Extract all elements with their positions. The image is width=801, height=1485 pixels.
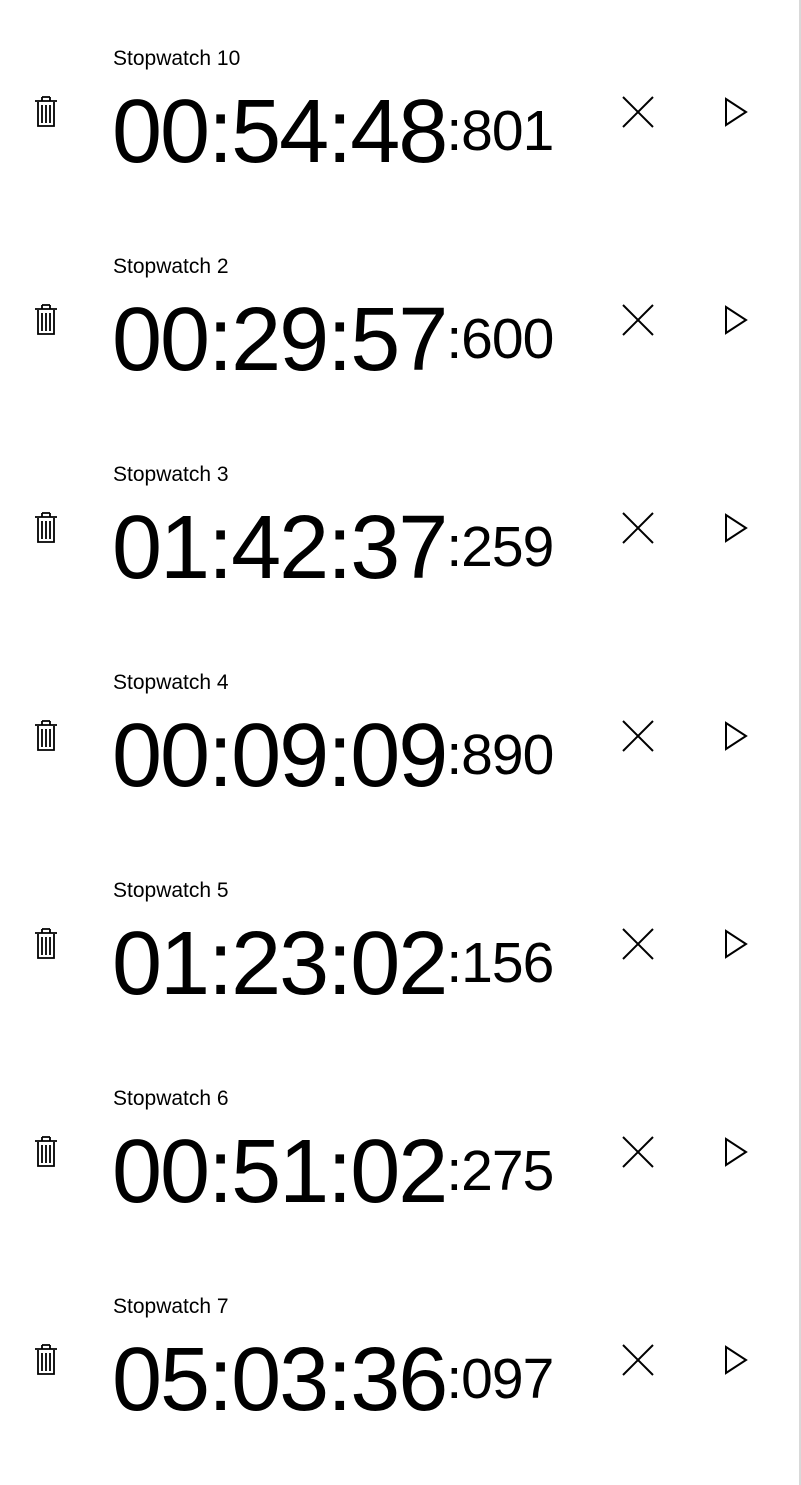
reset-button[interactable] [616,90,660,134]
close-icon [622,304,654,336]
elapsed-time: 00:29:57:600 [112,290,554,416]
close-icon [622,96,654,128]
time-milliseconds: :259 [446,515,554,579]
stopwatch-name: Stopwatch 6 [113,1087,229,1110]
start-button[interactable] [716,1338,756,1382]
trash-icon [35,928,57,959]
start-button[interactable] [716,714,756,758]
stopwatch-list: Stopwatch 10 00:54:48:801 Stopwatch 2 00… [0,0,798,1485]
delete-button[interactable] [26,90,66,134]
elapsed-time: 00:54:48:801 [112,82,554,208]
delete-button[interactable] [26,922,66,966]
elapsed-time: 01:42:37:259 [112,498,554,624]
play-icon [725,305,748,335]
time-milliseconds: :275 [446,1139,554,1203]
play-icon [725,1345,748,1375]
stopwatch-name: Stopwatch 3 [113,463,229,486]
time-hms: 01:23:02 [112,914,448,1014]
trash-icon [35,1136,57,1167]
start-button[interactable] [716,1130,756,1174]
stopwatch-row: Stopwatch 5 01:23:02:156 [0,844,798,1052]
time-hms: 00:54:48 [112,82,448,182]
reset-button[interactable] [616,1130,660,1174]
close-icon [622,1136,654,1168]
delete-button[interactable] [26,714,66,758]
time-hms: 05:03:36 [112,1330,448,1430]
start-button[interactable] [716,506,756,550]
play-icon [725,929,748,959]
close-icon [622,512,654,544]
play-icon [725,721,748,751]
trash-icon [35,304,57,335]
stopwatch-name: Stopwatch 2 [113,255,229,278]
close-icon [622,720,654,752]
trash-icon [35,96,57,127]
delete-button[interactable] [26,1338,66,1382]
stopwatch-row: Stopwatch 3 01:42:37:259 [0,428,798,636]
reset-button[interactable] [616,506,660,550]
time-hms: 00:51:02 [112,1122,448,1222]
stopwatch-row: Stopwatch 10 00:54:48:801 [0,12,798,220]
elapsed-time: 01:23:02:156 [112,914,554,1040]
stopwatch-name: Stopwatch 10 [113,47,241,70]
time-milliseconds: :600 [446,307,554,371]
start-button[interactable] [716,298,756,342]
reset-button[interactable] [616,298,660,342]
delete-button[interactable] [26,1130,66,1174]
reset-button[interactable] [616,714,660,758]
time-milliseconds: :097 [446,1347,554,1411]
stopwatch-row: Stopwatch 6 00:51:02:275 [0,1052,798,1260]
start-button[interactable] [716,90,756,134]
delete-button[interactable] [26,298,66,342]
stopwatch-name: Stopwatch 4 [113,671,229,694]
stopwatch-row: Stopwatch 2 00:29:57:600 [0,220,798,428]
time-milliseconds: :890 [446,723,554,787]
start-button[interactable] [716,922,756,966]
trash-icon [35,512,57,543]
time-hms: 01:42:37 [112,498,448,598]
reset-button[interactable] [616,922,660,966]
stopwatch-row: Stopwatch 7 05:03:36:097 [0,1260,798,1468]
trash-icon [35,720,57,751]
close-icon [622,928,654,960]
stopwatch-name: Stopwatch 7 [113,1295,229,1318]
reset-button[interactable] [616,1338,660,1382]
time-milliseconds: :801 [446,99,554,163]
time-milliseconds: :156 [446,931,554,995]
elapsed-time: 00:51:02:275 [112,1122,554,1248]
trash-icon [35,1344,57,1375]
time-hms: 00:09:09 [112,706,448,806]
time-hms: 00:29:57 [112,290,448,390]
play-icon [725,513,748,543]
stopwatch-name: Stopwatch 5 [113,879,229,902]
elapsed-time: 05:03:36:097 [112,1330,554,1456]
play-icon [725,1137,748,1167]
delete-button[interactable] [26,506,66,550]
close-icon [622,1344,654,1376]
stopwatch-row: Stopwatch 4 00:09:09:890 [0,636,798,844]
elapsed-time: 00:09:09:890 [112,706,554,832]
play-icon [725,97,748,127]
